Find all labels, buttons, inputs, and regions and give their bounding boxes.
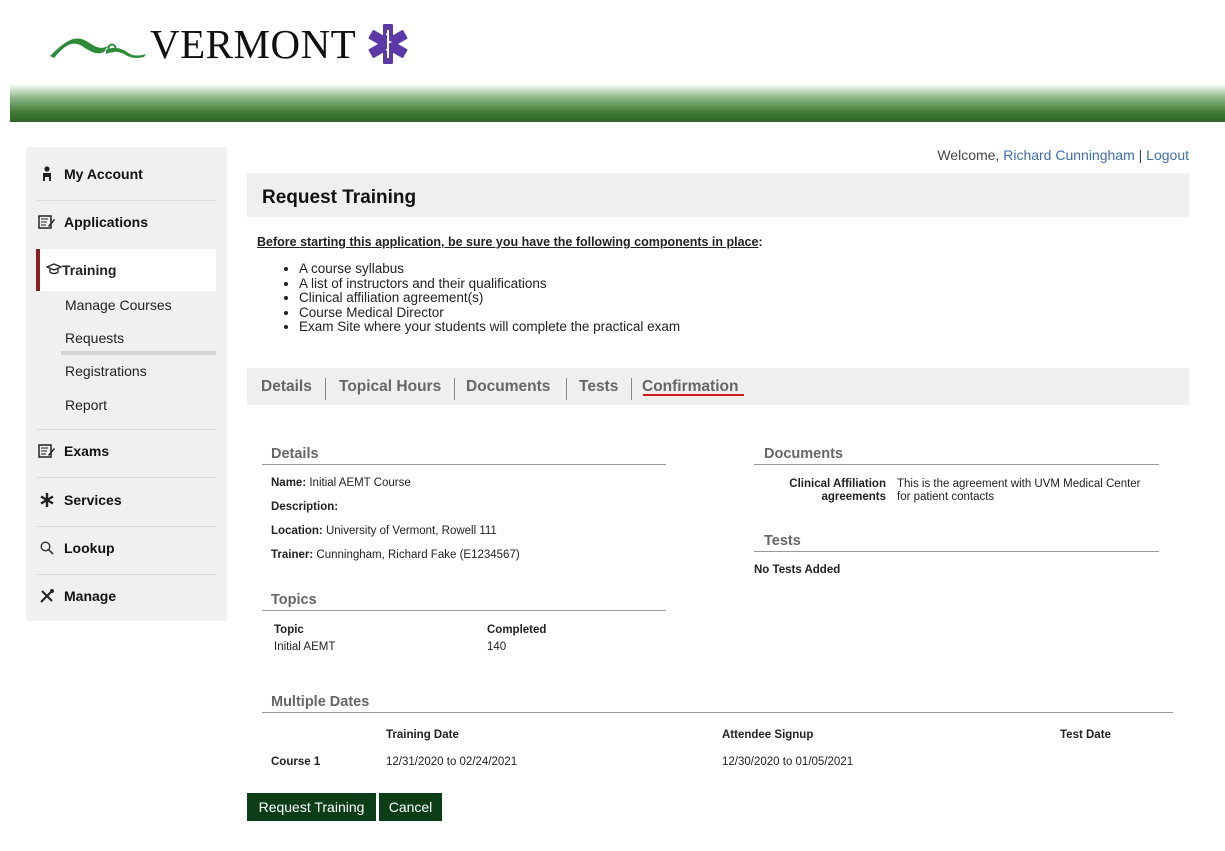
- sidebar-item-label: Manage: [64, 588, 117, 604]
- user-name-link[interactable]: Richard Cunningham: [1003, 147, 1135, 163]
- tab-details[interactable]: Details: [261, 378, 312, 396]
- section-divider: [754, 464, 1159, 465]
- sidebar-item-label: Services: [64, 492, 122, 508]
- sidebar-item-label: Applications: [64, 214, 149, 230]
- sidebar-item-exams[interactable]: Exams: [36, 428, 216, 474]
- list-item: Course Medical Director: [299, 305, 680, 321]
- dates-header-test: Test Date: [1060, 729, 1111, 741]
- course-row-label: Course 1: [271, 756, 321, 768]
- documents-section-title: Documents: [764, 446, 843, 462]
- tests-section-title: Tests: [764, 533, 801, 549]
- document-value-line: This is the agreement with UVM Medical C…: [897, 478, 1141, 490]
- edit-form-icon: [36, 215, 58, 229]
- document-value-line: for patient contacts: [897, 491, 995, 503]
- multiple-dates-section-title: Multiple Dates: [271, 694, 370, 710]
- dates-header-attendee: Attendee Signup: [722, 729, 814, 741]
- intro-text: Before starting this application, be sur…: [257, 235, 763, 249]
- sidebar-item-label: Exams: [64, 443, 110, 459]
- field-value: Cunningham, Richard Fake (E1234567): [316, 549, 520, 561]
- sidebar-item-label: Training: [62, 262, 117, 278]
- logout-link[interactable]: Logout: [1146, 147, 1189, 163]
- table-cell: 140: [487, 641, 507, 653]
- site-header: VERMONT: [0, 0, 1225, 80]
- document-label-line: agreements: [821, 491, 886, 503]
- active-subitem-indicator: [61, 351, 216, 355]
- section-divider: [754, 551, 1159, 552]
- table-cell: Initial AEMT: [274, 641, 336, 653]
- attendee-signup-value: 12/30/2020 to 01/05/2021: [722, 756, 854, 768]
- topics-header-completed: Completed: [487, 624, 547, 636]
- sidebar-subitem-requests[interactable]: Requests: [65, 330, 124, 346]
- intro-underlined: Before starting this application, be sur…: [257, 235, 759, 249]
- field-value: Initial AEMT Course: [309, 477, 411, 489]
- list-item: A course syllabus: [299, 261, 680, 277]
- tab-documents[interactable]: Documents: [466, 378, 550, 396]
- graduation-cap-icon: [45, 262, 63, 278]
- tab-tests[interactable]: Tests: [579, 378, 618, 396]
- person-icon: [36, 166, 58, 182]
- tab-separator: [454, 378, 455, 400]
- sidebar-item-label: Lookup: [64, 540, 115, 556]
- field-value: University of Vermont, Rowell 111: [325, 525, 497, 537]
- welcome-bar: Welcome, Richard Cunningham | Logout: [937, 147, 1189, 163]
- wizard-tabs: Details Topical Hours Documents Tests Co…: [247, 368, 1189, 405]
- tab-separator: [325, 378, 326, 400]
- page-title: Request Training: [262, 187, 417, 208]
- tests-empty-text: No Tests Added: [754, 564, 841, 576]
- document-value: This is the agreement with UVM Medical C…: [897, 478, 1141, 504]
- document-label-line: Clinical Affiliation: [789, 478, 886, 490]
- sidebar-subitem-manage-courses[interactable]: Manage Courses: [65, 297, 172, 313]
- tab-separator: [631, 378, 632, 400]
- tab-separator: [566, 378, 567, 400]
- logo-text: VERMONT: [150, 21, 357, 67]
- topics-header-topic: Topic: [274, 624, 304, 636]
- list-item: Clinical affiliation agreement(s): [299, 290, 680, 306]
- section-divider: [262, 712, 1173, 713]
- section-divider: [262, 464, 666, 465]
- welcome-separator: |: [1134, 147, 1147, 163]
- header-green-bar: [10, 84, 1225, 122]
- topics-section-title: Topics: [271, 592, 317, 608]
- detail-name: Name: Initial AEMT Course: [271, 477, 411, 489]
- page-title-bar: Request Training: [247, 173, 1189, 217]
- welcome-text: Welcome,: [937, 147, 1004, 163]
- field-label: Trainer:: [271, 549, 314, 561]
- mountain-logo-icon: [50, 38, 146, 58]
- sidebar-subitem-report[interactable]: Report: [65, 397, 107, 413]
- sidebar-item-applications[interactable]: Applications: [36, 199, 216, 245]
- asterisk-icon: [36, 493, 58, 507]
- dates-header-training: Training Date: [386, 729, 459, 741]
- sidebar-item-manage[interactable]: Manage: [36, 573, 216, 619]
- list-item: Exam Site where your students will compl…: [299, 319, 680, 335]
- requirements-list: A course syllabus A list of instructors …: [283, 261, 680, 335]
- document-label: Clinical Affiliation agreements: [760, 478, 886, 504]
- cancel-button[interactable]: Cancel: [379, 793, 442, 821]
- sidebar-item-lookup[interactable]: Lookup: [36, 525, 216, 571]
- intro-colon: :: [758, 235, 763, 249]
- sidebar-item-services[interactable]: Services: [36, 477, 216, 523]
- tab-topical-hours[interactable]: Topical Hours: [339, 378, 441, 396]
- star-of-life-icon: [368, 24, 408, 64]
- detail-location: Location: University of Vermont, Rowell …: [271, 525, 497, 537]
- details-section-title: Details: [271, 446, 319, 462]
- sidebar-item-my-account[interactable]: My Account: [36, 151, 216, 197]
- sidebar-subitem-registrations[interactable]: Registrations: [65, 363, 147, 379]
- edit-form-icon: [36, 444, 58, 458]
- training-date-value: 12/31/2020 to 02/24/2021: [386, 756, 518, 768]
- sidebar-item-training[interactable]: Training: [36, 249, 216, 291]
- vermont-logo[interactable]: VERMONT: [48, 14, 412, 74]
- sidebar-item-label: My Account: [64, 166, 143, 182]
- search-icon: [36, 541, 58, 555]
- sidebar: My Account Applications Training Manage …: [26, 147, 227, 621]
- active-tab-indicator: [643, 394, 744, 396]
- detail-trainer: Trainer: Cunningham, Richard Fake (E1234…: [271, 549, 520, 561]
- request-training-button[interactable]: Request Training: [247, 793, 376, 821]
- tools-icon: [36, 588, 58, 604]
- list-item: A list of instructors and their qualific…: [299, 276, 680, 292]
- field-label: Location:: [271, 525, 323, 537]
- detail-description: Description:: [271, 501, 338, 513]
- section-divider: [262, 610, 666, 611]
- field-label: Description:: [271, 501, 339, 513]
- field-label: Name:: [271, 477, 307, 489]
